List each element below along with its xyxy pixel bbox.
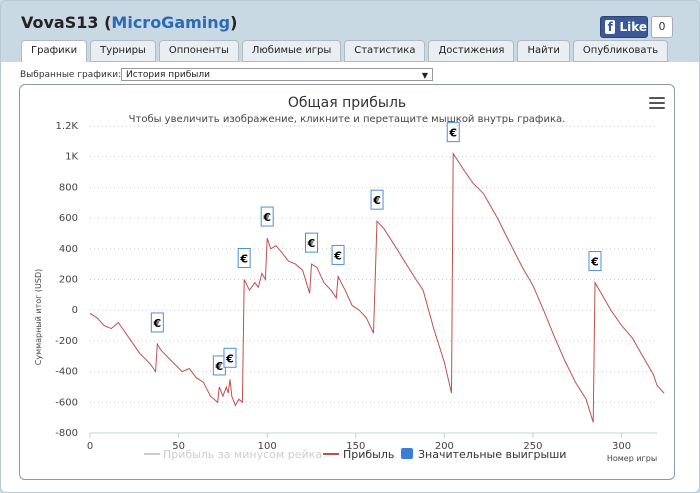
euro-icon: € — [262, 211, 271, 224]
page-title: VovaS13 (MicroGaming) — [21, 13, 237, 32]
y-tick-label: 200 — [59, 275, 78, 286]
big-win-flag[interactable]: € — [260, 206, 274, 227]
euro-icon: € — [215, 360, 224, 373]
x-axis-label: Номер игры — [607, 454, 657, 463]
big-win-flag[interactable]: € — [331, 244, 345, 265]
big-win-flag[interactable]: € — [237, 248, 251, 268]
y-tick-label: -800 — [55, 428, 78, 439]
tab-statistics[interactable]: Статистика — [344, 40, 426, 62]
big-win-flag[interactable]: € — [446, 122, 460, 143]
big-win-flag[interactable]: € — [588, 251, 602, 272]
euro-icon: € — [225, 352, 234, 365]
title-bar: VovaS13 (MicroGaming) f Like 0 — [1, 1, 699, 39]
legend-item-big-wins[interactable]: Значительные выигрыши — [418, 448, 566, 461]
chart-title: Общая прибыль — [288, 95, 406, 111]
euro-icon: € — [590, 256, 599, 269]
x-tick-label: 300 — [612, 441, 631, 452]
profit-chart[interactable]: Общая прибыль Чтобы увеличить изображени… — [20, 85, 674, 479]
tab-tournaments[interactable]: Турниры — [90, 40, 156, 62]
network-link[interactable]: MicroGaming — [111, 13, 230, 32]
y-tick-label: 0 — [72, 305, 78, 316]
y-tick-label: 400 — [59, 244, 78, 255]
profile-window: VovaS13 (MicroGaming) f Like 0 Графики Т… — [0, 0, 700, 493]
euro-icon: € — [153, 317, 162, 330]
tab-content: Выбранные графики: История прибыли ▼ Общ… — [1, 62, 699, 492]
facebook-like-button[interactable]: f Like — [600, 16, 648, 38]
y-tick-label: -200 — [55, 336, 78, 347]
tab-search[interactable]: Найти — [517, 40, 570, 62]
y-tick-label: 1K — [65, 152, 78, 163]
tab-bar: Графики Турниры Оппоненты Любимые игры С… — [21, 40, 669, 63]
tab-charts[interactable]: Графики — [21, 40, 88, 63]
chart-container[interactable]: Общая прибыль Чтобы увеличить изображени… — [19, 84, 675, 480]
tab-favorite-games[interactable]: Любимые игры — [241, 40, 342, 62]
euro-icon: € — [307, 237, 316, 250]
legend-item-net-profit[interactable]: Прибыль за минусом рейка — [163, 448, 322, 461]
tab-achievements[interactable]: Достижения — [428, 40, 515, 62]
legend-item-profit[interactable]: Прибыль — [343, 448, 394, 461]
legend-swatch-big-wins — [401, 448, 413, 459]
y-tick-label: -600 — [55, 397, 78, 408]
chart-subtitle: Чтобы увеличить изображение, кликните и … — [129, 114, 566, 125]
x-tick-label: 0 — [87, 441, 93, 452]
y-tick-label: 600 — [59, 213, 78, 224]
chart-menu-icon[interactable] — [649, 97, 665, 109]
euro-icon: € — [448, 127, 457, 140]
big-win-flag[interactable]: € — [304, 232, 318, 253]
network-close-paren: ) — [230, 13, 238, 32]
facebook-like-label: Like — [619, 20, 647, 34]
big-win-flag[interactable]: € — [150, 312, 164, 333]
tab-opponents[interactable]: Оппоненты — [158, 40, 239, 62]
chart-selector-value: История прибыли — [126, 70, 210, 80]
chart-selector-label: Выбранные графики: — [20, 70, 122, 80]
big-win-flag[interactable]: € — [223, 347, 237, 368]
y-axis-label: Суммарный итог (USD) — [34, 269, 43, 366]
euro-icon: € — [372, 194, 381, 207]
facebook-like-count: 0 — [651, 16, 673, 38]
y-tick-label: 800 — [59, 182, 78, 193]
big-win-flag[interactable]: € — [370, 189, 384, 210]
y-tick-label: 1.2K — [56, 121, 79, 132]
y-tick-label: -400 — [55, 367, 78, 378]
player-name: VovaS13 — [21, 13, 99, 32]
dropdown-arrow-icon: ▼ — [421, 71, 428, 80]
euro-icon: € — [239, 253, 248, 266]
chart-selector-dropdown[interactable]: История прибыли ▼ — [121, 68, 433, 81]
euro-icon: € — [333, 249, 342, 262]
tab-publish[interactable]: Опубликовать — [572, 40, 669, 62]
facebook-icon: f — [605, 20, 616, 34]
